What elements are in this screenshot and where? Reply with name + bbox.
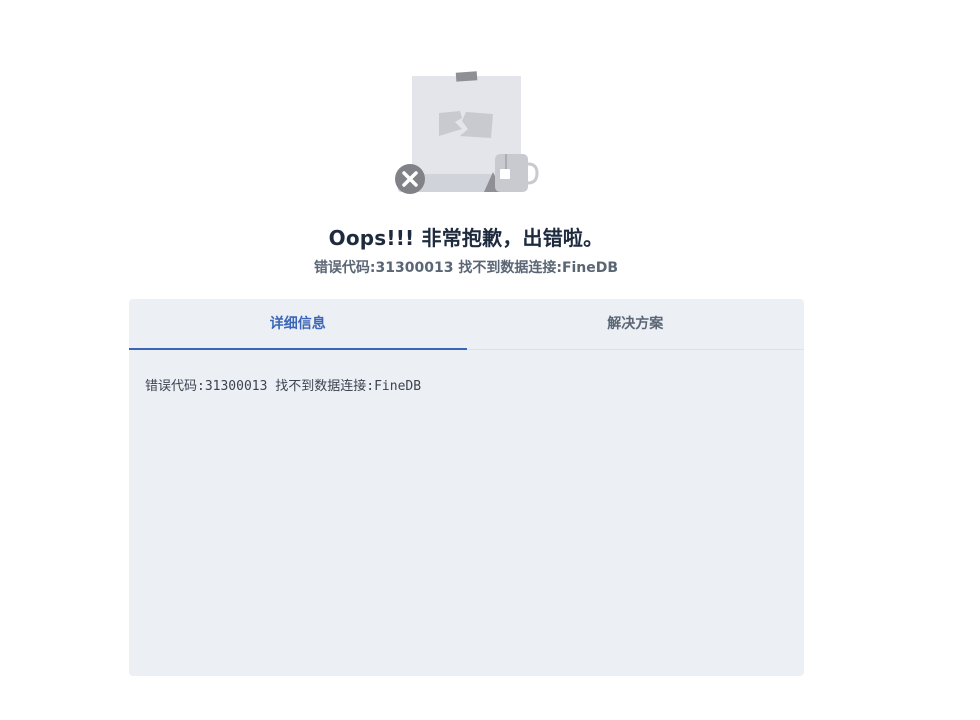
error-detail-text: 错误代码:31300013 找不到数据连接:FineDB [145,379,422,394]
tab-solutions[interactable]: 解决方案 [467,299,805,349]
error-illustration-icon [395,71,539,194]
error-title: Oops!!! 非常抱歉，出错啦。 [328,226,604,250]
tab-bar: 详细信息 解决方案 [129,299,804,350]
tab-details[interactable]: 详细信息 [129,299,467,350]
error-page: Oops!!! 非常抱歉，出错啦。 错误代码:31300013 找不到数据连接:… [0,0,980,720]
error-details-panel: 详细信息 解决方案 错误代码:31300013 找不到数据连接:FineDB [129,299,804,676]
error-summary: 错误代码:31300013 找不到数据连接:FineDB [313,260,619,276]
